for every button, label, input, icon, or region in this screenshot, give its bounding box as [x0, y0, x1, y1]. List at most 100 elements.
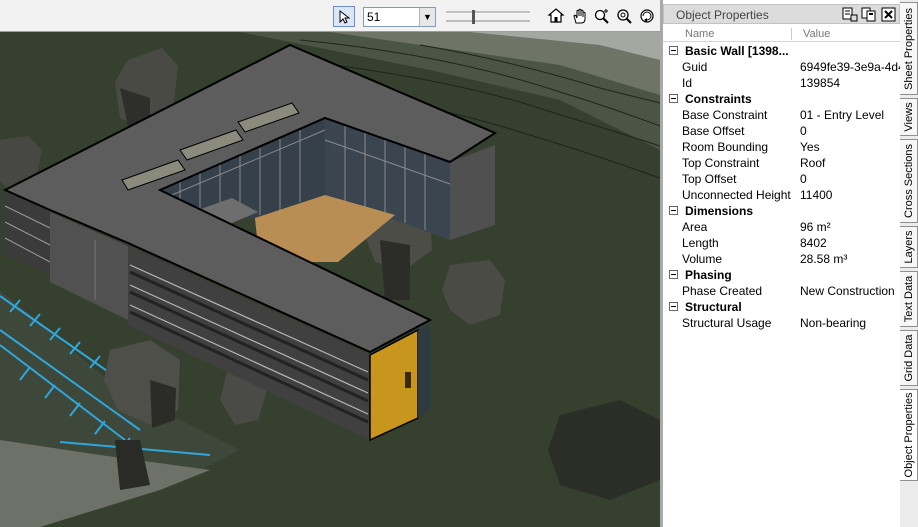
- property-name: Base Constraint: [682, 108, 768, 122]
- pan-hand-icon: [573, 8, 586, 24]
- tab-label: Sheet Properties: [902, 7, 915, 90]
- zoom-fit-button[interactable]: [614, 6, 634, 26]
- group-basic-wall[interactable]: Basic Wall [1398...: [663, 43, 900, 59]
- property-name: Guid: [682, 60, 708, 74]
- property-value: Yes: [800, 140, 820, 154]
- tab-label: Grid Data: [902, 334, 915, 382]
- tab-grid-data[interactable]: Grid Data: [900, 330, 918, 386]
- property-name: Area: [682, 220, 708, 234]
- property-value: 0: [800, 124, 807, 138]
- property-value: 8402: [800, 236, 827, 250]
- home-icon: [547, 8, 565, 23]
- property-value: Non-bearing: [800, 316, 867, 330]
- select-arrow-icon: [339, 9, 351, 24]
- property-name: Room Bounding: [682, 140, 769, 154]
- copy-properties-icon[interactable]: [861, 7, 877, 22]
- property-name: Structural Usage: [682, 316, 772, 330]
- property-row-base-constraint[interactable]: Base Constraint 01 - Entry Level: [663, 107, 900, 123]
- group-structural[interactable]: Structural: [663, 299, 900, 315]
- tab-layers[interactable]: Layers: [900, 226, 918, 268]
- tab-text-data[interactable]: Text Data: [900, 271, 918, 327]
- view-toolbar: 51 ▼: [0, 0, 660, 32]
- group-label: Dimensions: [685, 204, 754, 218]
- collapse-toggle-icon[interactable]: [669, 46, 678, 55]
- property-name: Id: [682, 76, 693, 90]
- property-name: Base Offset: [682, 124, 745, 138]
- property-row-area[interactable]: Area 96 m²: [663, 219, 900, 235]
- select-tool-button[interactable]: [333, 6, 355, 27]
- column-divider[interactable]: [791, 28, 792, 40]
- property-row-length[interactable]: Length 8402: [663, 235, 900, 251]
- group-dimensions[interactable]: Dimensions: [663, 203, 900, 219]
- property-name: Phase Created: [682, 284, 763, 298]
- zoom-in-button[interactable]: [592, 6, 612, 26]
- tab-views[interactable]: Views: [900, 98, 918, 136]
- tab-label: Layers: [902, 230, 915, 264]
- property-row-guid[interactable]: Guid 6949fe39-3e9a-4d4d-: [663, 59, 900, 75]
- property-value: New Construction: [800, 284, 895, 298]
- tab-label: Object Properties: [902, 392, 915, 478]
- property-value: 6949fe39-3e9a-4d4d-: [800, 60, 900, 74]
- property-name: Top Constraint: [682, 156, 760, 170]
- property-name: Length: [682, 236, 719, 250]
- property-grid: Basic Wall [1398... Guid 6949fe39-3e9a-4…: [663, 43, 900, 331]
- group-label: Structural: [685, 300, 742, 314]
- zoom-level-value: 51: [367, 10, 381, 24]
- tab-cross-sections[interactable]: Cross Sections: [900, 139, 918, 223]
- property-row-top-constraint[interactable]: Top Constraint Roof: [663, 155, 900, 171]
- group-label: Basic Wall [1398...: [685, 44, 789, 58]
- tab-label: Text Data: [902, 275, 915, 323]
- zoom-level-dropdown[interactable]: 51 ▼: [363, 7, 436, 27]
- tab-label: Cross Sections: [902, 144, 915, 218]
- collapse-toggle-icon[interactable]: [669, 302, 678, 311]
- panel-header: Object Properties: [663, 4, 900, 24]
- pan-button[interactable]: [570, 6, 590, 26]
- application-window: 51 ▼ Object Properties Name Value Basic …: [0, 0, 918, 527]
- property-row-room-bounding[interactable]: Room Bounding Yes: [663, 139, 900, 155]
- group-constraints[interactable]: Constraints: [663, 91, 900, 107]
- property-row-top-offset[interactable]: Top Offset 0: [663, 171, 900, 187]
- property-value: 96 m²: [800, 220, 831, 234]
- side-tab-strip: Sheet Properties Views Cross Sections La…: [900, 0, 918, 527]
- group-label: Phasing: [685, 268, 732, 282]
- property-name: Top Offset: [682, 172, 737, 186]
- tab-sheet-properties[interactable]: Sheet Properties: [900, 2, 918, 95]
- rotate-icon: [640, 9, 654, 23]
- tab-label: Views: [902, 102, 915, 132]
- property-row-id[interactable]: Id 139854: [663, 75, 900, 91]
- panel-title: Object Properties: [676, 8, 769, 22]
- column-headers: Name Value: [663, 26, 900, 42]
- property-name: Unconnected Height: [682, 188, 791, 202]
- zoom-slider[interactable]: [444, 8, 532, 26]
- chevron-down-icon[interactable]: ▼: [419, 8, 435, 26]
- properties-filter-icon[interactable]: [842, 7, 858, 22]
- collapse-toggle-icon[interactable]: [669, 94, 678, 103]
- group-label: Constraints: [685, 92, 752, 106]
- collapse-toggle-icon[interactable]: [669, 206, 678, 215]
- collapse-toggle-icon[interactable]: [669, 270, 678, 279]
- property-row-volume[interactable]: Volume 28.58 m³: [663, 251, 900, 267]
- property-row-phase-created[interactable]: Phase Created New Construction: [663, 283, 900, 299]
- property-value: 01 - Entry Level: [800, 108, 885, 122]
- property-value: 0: [800, 172, 807, 186]
- property-value: 139854: [800, 76, 841, 90]
- group-phasing[interactable]: Phasing: [663, 267, 900, 283]
- property-value: 28.58 m³: [800, 252, 848, 266]
- zoom-fit-icon: [617, 9, 632, 24]
- property-value: Roof: [800, 156, 826, 170]
- column-header-name[interactable]: Name: [685, 28, 714, 40]
- object-properties-panel: Object Properties Name Value Basic Wall …: [660, 0, 900, 527]
- 3d-viewport[interactable]: 51 ▼: [0, 0, 660, 527]
- property-name: Volume: [682, 252, 723, 266]
- property-row-structural-usage[interactable]: Structural Usage Non-bearing: [663, 315, 900, 331]
- property-row-base-offset[interactable]: Base Offset 0: [663, 123, 900, 139]
- close-icon[interactable]: [881, 7, 897, 22]
- tab-object-properties[interactable]: Object Properties: [900, 389, 918, 481]
- zoom-in-icon: [594, 9, 609, 24]
- home-view-button[interactable]: [546, 6, 566, 26]
- rotate-button[interactable]: [637, 6, 657, 26]
- building-model-scene[interactable]: [0, 0, 660, 527]
- property-row-unconnected-height[interactable]: Unconnected Height 11400: [663, 187, 900, 203]
- property-value: 11400: [800, 188, 833, 202]
- column-header-value[interactable]: Value: [803, 28, 830, 40]
